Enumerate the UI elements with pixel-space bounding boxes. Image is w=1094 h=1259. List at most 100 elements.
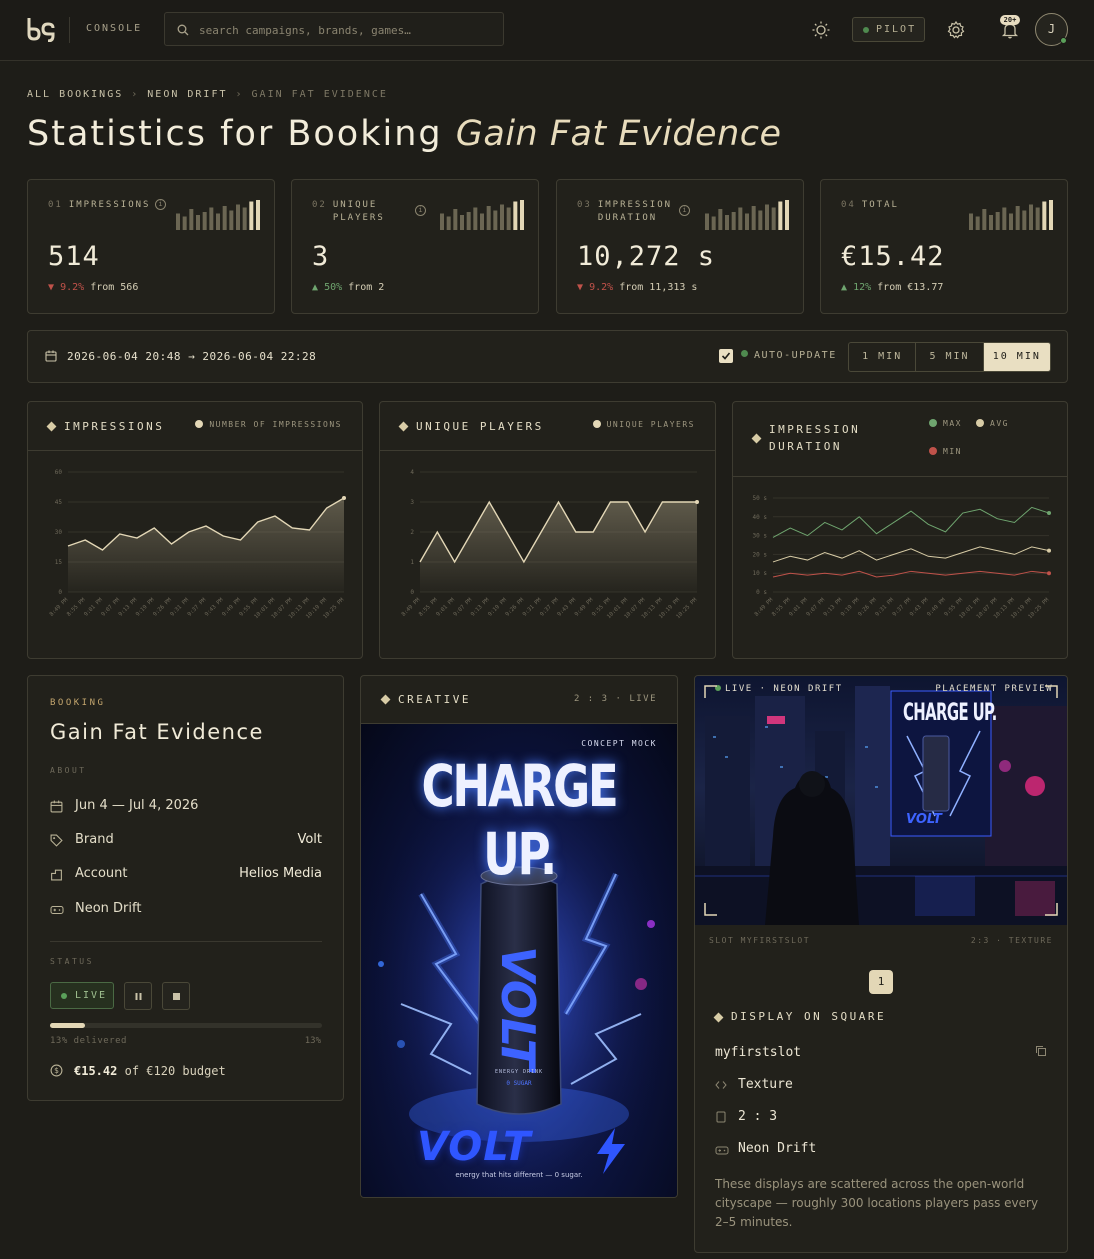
interval-5-min[interactable]: 5 MIN <box>916 343 984 371</box>
kpi-change: ▲ 12% from €13.77 <box>841 282 943 293</box>
kpi-label: 04 TOTAL <box>841 199 899 212</box>
date-start: 2026-06-04 20:48 <box>67 350 181 363</box>
spark-bar <box>771 207 776 230</box>
pause-button[interactable] <box>124 982 152 1010</box>
kpi-number: 01 <box>48 200 63 210</box>
kpi-value: 10,272 s <box>577 241 716 272</box>
spark-bar <box>969 213 973 230</box>
search-input[interactable] <box>199 20 489 40</box>
chart-legend: NUMBER OF IMPRESSIONS <box>195 420 342 429</box>
stop-button[interactable] <box>162 982 190 1010</box>
y-tick-label: 20 s <box>753 551 768 558</box>
chart-title: UNIQUE PLAYERS <box>416 420 544 433</box>
y-tick-label: 30 s <box>753 533 768 540</box>
creative-image[interactable]: CONCEPT MOCK CHARGE UP. VOLT ENERGY DRIN… <box>361 724 677 1197</box>
spark-bar <box>466 212 471 230</box>
can-logo: VOLT <box>491 946 545 1069</box>
booking-game: Neon Drift <box>50 901 322 921</box>
notifications-button[interactable]: 20+ <box>1000 15 1022 41</box>
spark-bar <box>473 207 478 230</box>
status-badge[interactable]: LIVE <box>50 982 114 1009</box>
placement-card: LIVE · NEON DRIFT PLACEMENT PREVIEW CHAR… <box>694 675 1068 1253</box>
y-tick-label: 0 s <box>756 589 767 596</box>
budget-line: €15.42 of €120 budget <box>74 1064 226 1078</box>
trend-up-icon: ▲ <box>841 282 848 293</box>
chart-title: IMPRESSION DURATION <box>769 423 861 453</box>
y-tick-label: 4 <box>410 469 414 476</box>
brand-label: Brand <box>75 832 114 847</box>
spark-bar <box>182 216 187 230</box>
trend-up-icon: ▲ <box>312 282 319 293</box>
breadcrumb: ALL BOOKINGS › NEON DRIFT › GAIN FAT EVIDENC… <box>27 89 396 100</box>
placement-ratio: 2 : 3 <box>738 1109 778 1124</box>
info-icon[interactable]: i <box>415 205 426 216</box>
spark-bar <box>785 200 789 230</box>
calendar-icon[interactable] <box>45 350 57 362</box>
logo[interactable] <box>26 16 56 42</box>
trend-down-icon: ▼ <box>48 282 55 293</box>
kpi-change-pct: 9.2% <box>589 282 614 293</box>
kpi-label-text: IMPRESSION DURATION <box>598 199 672 225</box>
info-icon[interactable]: i <box>155 199 166 210</box>
y-tick-label: 10 s <box>753 570 768 577</box>
spark-bar <box>229 210 234 230</box>
y-tick-label: 30 <box>55 529 63 536</box>
diamond-icon <box>398 421 409 432</box>
booking-card: BOOKING Gain Fat Evidence ABOUT Jun 4 — … <box>27 675 344 1101</box>
interval-1-min[interactable]: 1 MIN <box>849 343 917 371</box>
interval-10-min[interactable]: 10 MIN <box>983 343 1050 371</box>
info-icon[interactable]: i <box>679 205 690 216</box>
spark-bar <box>453 209 458 230</box>
slot-label: SLOT MYFIRSTSLOT <box>709 936 811 945</box>
chart-legend-min: MIN <box>929 447 962 456</box>
creative-tagline: energy that hits different — 0 sugar. <box>455 1171 583 1179</box>
search-icon <box>177 24 189 36</box>
legend-dot <box>976 419 984 427</box>
area-fill <box>68 498 344 592</box>
gear-icon[interactable] <box>946 20 966 40</box>
game-value[interactable]: Neon Drift <box>75 901 141 916</box>
theme-sun-icon[interactable] <box>811 20 831 40</box>
date-range[interactable]: 2026-06-04 20:48 → 2026-06-04 22:28 <box>67 350 316 363</box>
data-point-last[interactable] <box>1047 511 1051 516</box>
copy-icon[interactable] <box>1035 1045 1047 1057</box>
kpi-label: 03 IMPRESSION DURATION <box>577 199 672 225</box>
spark-bar <box>440 213 444 230</box>
breadcrumb-all-bookings[interactable]: ALL BOOKINGS <box>27 89 123 100</box>
kpi-number: 03 <box>577 200 592 210</box>
breadcrumb-neon-drift[interactable]: NEON DRIFT <box>147 89 227 100</box>
placement-preview-image[interactable]: LIVE · NEON DRIFT PLACEMENT PREVIEW CHAR… <box>695 676 1067 925</box>
spark-bar <box>249 201 254 230</box>
search-box[interactable] <box>164 12 504 46</box>
kpi-value: 514 <box>48 241 100 272</box>
step-indicator[interactable]: 1 <box>869 970 893 994</box>
booking-dates: Jun 4 — Jul 4, 2026 <box>50 798 322 818</box>
legend-dot <box>929 419 937 427</box>
spark-bar <box>196 215 200 230</box>
chart-unique-players: UNIQUE PLAYERS UNIQUE PLAYERS 0 1 2 3 4 8:49 … <box>379 401 716 659</box>
data-point-last[interactable] <box>695 500 699 504</box>
legend-label: MIN <box>943 447 962 456</box>
spark-bar <box>500 204 504 230</box>
kpi-from: from 566 <box>90 282 139 293</box>
pilot-label: PILOT <box>876 24 917 35</box>
brand-value[interactable]: Volt <box>297 832 322 847</box>
page-title-prefix: Statistics for Booking <box>27 114 443 154</box>
spark-bar <box>202 212 207 230</box>
auto-update-checkbox[interactable] <box>719 349 733 363</box>
chart-header: IMPRESSION DURATION MAX AVG MIN <box>733 402 1067 477</box>
spark-bar <box>745 213 749 230</box>
avatar[interactable]: J <box>1035 13 1068 46</box>
data-point-last[interactable] <box>1047 548 1051 553</box>
data-point-last[interactable] <box>342 496 346 500</box>
breadcrumb-current: GAIN FAT EVIDENCE <box>251 89 388 100</box>
creative-card: CREATIVE 2 : 3 · LIVE CONCEPT MOCK CHARG… <box>360 675 678 1198</box>
date-arrow: → <box>188 350 196 363</box>
pilot-badge[interactable]: PILOT <box>852 17 925 42</box>
data-point-last[interactable] <box>1047 571 1051 576</box>
status-label: STATUS <box>50 957 94 966</box>
spark-bar <box>493 210 498 230</box>
stop-icon <box>173 993 180 1000</box>
spark-bar <box>1022 210 1027 230</box>
account-value[interactable]: Helios Media <box>239 866 322 881</box>
